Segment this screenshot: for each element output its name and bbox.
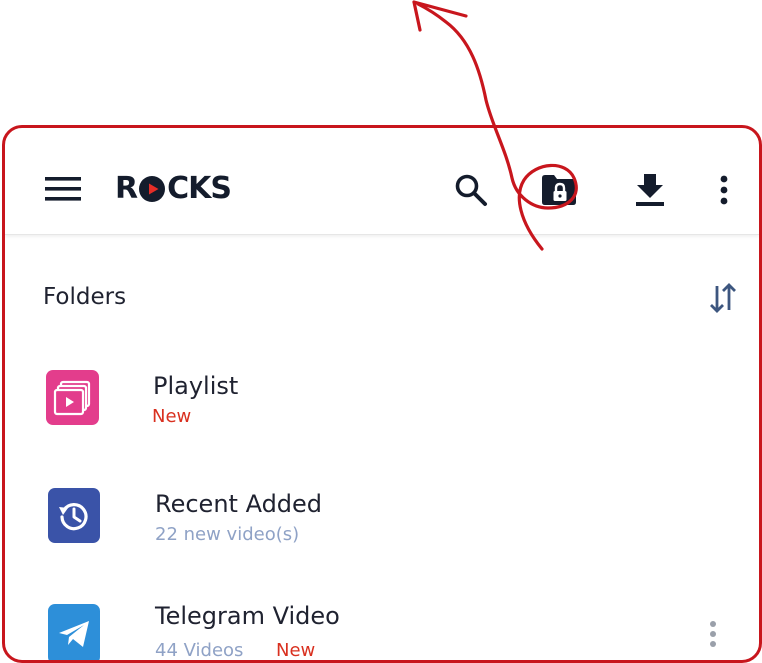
search-icon[interactable]	[451, 170, 491, 210]
annotation-arrowhead	[412, 0, 468, 32]
folder-subtitle: 44 Videos	[155, 640, 244, 661]
app-screen-frame: R CKS Folders Playlist New Recent Added …	[2, 125, 762, 663]
folder-row-telegram-video[interactable]: Telegram Video 44 Videos New	[5, 580, 759, 661]
folders-section-title: Folders	[43, 284, 127, 310]
folder-subtitle: New	[152, 406, 192, 427]
folder-row-playlist[interactable]: Playlist New	[5, 350, 759, 450]
telegram-icon	[48, 604, 100, 660]
top-app-bar: R CKS	[5, 128, 759, 235]
new-badge: New	[276, 640, 316, 661]
logo-play-o-icon	[139, 176, 166, 202]
history-icon	[48, 488, 100, 543]
download-icon[interactable]	[629, 170, 671, 210]
sort-arrows-icon[interactable]	[705, 280, 741, 316]
folder-name: Playlist	[153, 372, 239, 400]
hamburger-menu-icon[interactable]	[43, 172, 83, 206]
locked-folder-icon[interactable]	[538, 170, 580, 210]
playlist-icon	[46, 370, 99, 425]
folder-name: Telegram Video	[155, 602, 340, 630]
app-logo: R CKS	[115, 171, 232, 206]
folder-row-recent-added[interactable]: Recent Added 22 new video(s)	[5, 468, 759, 568]
row-more-icon[interactable]	[701, 618, 725, 650]
folder-name: Recent Added	[155, 490, 323, 518]
more-vertical-icon[interactable]	[709, 170, 739, 210]
folder-subtitle: 22 new video(s)	[155, 524, 300, 545]
logo-text-start: R	[115, 171, 138, 206]
logo-text-end: CKS	[167, 171, 232, 206]
